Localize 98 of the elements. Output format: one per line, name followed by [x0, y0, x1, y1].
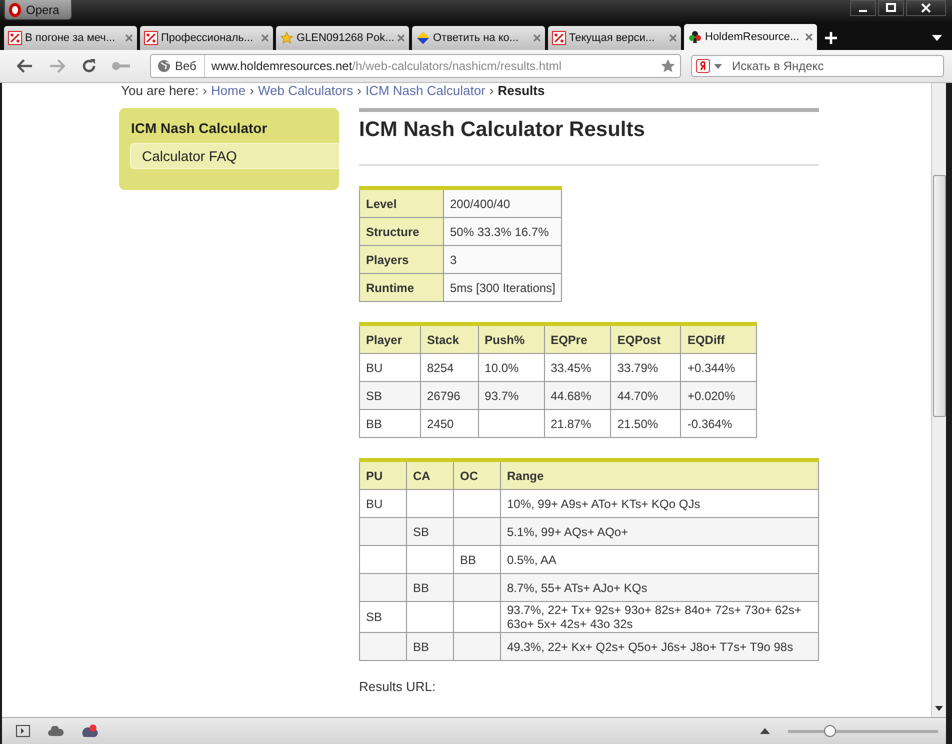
search-scope-label: Веб [175, 59, 196, 73]
column-header: CA [406, 460, 454, 490]
browser-tab[interactable]: GLEN091268 Pok... [276, 26, 409, 50]
column-header: Push% [478, 324, 544, 354]
close-icon[interactable] [805, 33, 813, 41]
panel-toggle-icon[interactable] [16, 725, 30, 737]
breadcrumb-separator: › [202, 83, 207, 98]
maximize-icon [886, 3, 896, 13]
column-header: EQDiff [680, 324, 756, 354]
close-icon[interactable] [533, 34, 541, 42]
table-header-cell: Structure [360, 218, 444, 246]
close-icon[interactable] [669, 34, 677, 42]
up-caret-icon[interactable] [760, 728, 770, 734]
table-cell: 5ms [300 Iterations] [444, 274, 562, 302]
tab-title: HoldemResource... [705, 31, 800, 43]
vertical-scrollbar[interactable] [931, 83, 946, 717]
url-text: www.holdemresources.net/h/web-calculators/nashicm/results.html [210, 59, 563, 73]
close-icon [921, 3, 931, 13]
table-cell: 50% 33.3% 16.7% [444, 218, 562, 246]
minimize-button[interactable] [850, 0, 876, 16]
column-header: Player [360, 324, 420, 354]
sidebar-item[interactable]: Calculator FAQ [130, 143, 339, 169]
column-header: Stack [420, 324, 478, 354]
breadcrumb-separator: › [250, 83, 254, 98]
table-cell: 8.7%, 55+ ATs+ AJo+ KQs [500, 574, 818, 602]
diamond-icon [416, 31, 430, 45]
table-cell: -0.364% [680, 410, 756, 438]
scroll-down-arrow-icon[interactable] [935, 706, 943, 713]
zoom-slider-thumb[interactable] [824, 725, 836, 737]
table-cell: 93.7% [478, 382, 544, 410]
tab-title: GLEN091268 Pok... [296, 32, 394, 44]
opera-logo-icon [9, 2, 21, 16]
opera-menu-button[interactable]: Opera [4, 0, 72, 20]
tab-title: Профессиональ... [161, 32, 254, 44]
table-header-cell: Players [360, 246, 444, 274]
table-header-cell: Runtime [360, 274, 444, 302]
breadcrumb-link[interactable]: Home [210, 83, 246, 98]
table-cell: 21.87% [544, 410, 611, 438]
percent-icon [144, 31, 158, 45]
maximize-button[interactable] [878, 0, 904, 16]
table-cell: BB [360, 410, 420, 438]
star-icon [280, 31, 294, 45]
tab-menu-caret-icon[interactable] [932, 35, 942, 41]
reload-icon [81, 58, 97, 74]
sidebar-title: ICM Nash Calculator [131, 120, 268, 136]
table-cell: 26796 [420, 382, 478, 410]
search-box[interactable]: Искать в Яндекс [691, 55, 944, 77]
table-cell: 2450 [420, 410, 478, 438]
results-url-label: Results URL: [359, 679, 437, 694]
table-cell: 44.70% [610, 382, 681, 410]
minimize-icon [859, 10, 867, 12]
star-bookmark-icon[interactable] [660, 58, 676, 74]
table-cell: +0.020% [680, 382, 756, 410]
breadcrumb-link[interactable]: Web Calculators [258, 83, 354, 98]
breadcrumb-label: You are here: [121, 83, 199, 98]
table-cell: 3 [444, 246, 562, 274]
yandex-engine-icon [696, 59, 710, 73]
breadcrumb-link[interactable]: ICM Nash Calculator [365, 83, 486, 98]
table-cell: SB [406, 518, 454, 546]
breadcrumb-separator: › [489, 83, 494, 98]
browser-tab[interactable]: В погоне за меч... [4, 26, 137, 50]
tab-title: Текущая верси... [569, 32, 656, 44]
new-tab-icon[interactable] [824, 31, 838, 45]
browser-tab[interactable]: Профессиональ... [140, 26, 273, 50]
table-cell: 5.1%, 99+ AQs+ AQo+ [500, 518, 818, 546]
percent-icon [552, 31, 566, 45]
cloud-icon[interactable] [48, 726, 64, 736]
column-header: Range [500, 460, 818, 490]
table-cell: BB [406, 574, 454, 602]
table-cell: SB [360, 382, 420, 410]
table-cell: 200/400/40 [444, 188, 562, 218]
table-header-cell: Level [360, 188, 444, 218]
browser-tab[interactable]: Ответить на ко... [412, 26, 545, 50]
column-header: EQPost [610, 324, 681, 354]
table-cell: 21.50% [610, 410, 681, 438]
page-title: ICM Nash Calculator Results [359, 118, 646, 142]
caret-icon[interactable] [714, 64, 722, 68]
breadcrumb-separator: › [357, 83, 362, 98]
tab-title: В погоне за меч... [25, 32, 116, 44]
close-button[interactable] [906, 0, 946, 16]
notification-icon[interactable] [82, 724, 98, 738]
close-icon[interactable] [261, 34, 269, 42]
percent-icon [8, 31, 22, 45]
table-cell: BB [406, 632, 454, 660]
table-cell: 44.68% [544, 382, 611, 410]
table-cell: 49.3%, 22+ Kx+ Q2s+ Q5o+ J6s+ J8o+ T7s+ T9o 98s [500, 632, 818, 660]
close-icon[interactable] [125, 34, 133, 42]
tab-title: Ответить на ко... [433, 32, 520, 44]
column-header: EQPre [544, 324, 611, 354]
club-icon [688, 30, 702, 44]
address-field[interactable]: Веб www.holdemresources.net/h/web-calculators/nashicm/results.html [150, 54, 681, 78]
browser-tab[interactable]: Текущая верси... [548, 26, 681, 50]
close-icon[interactable] [397, 34, 405, 42]
browser-tab[interactable]: HoldemResource... [684, 24, 817, 50]
column-header: OC [454, 460, 500, 490]
globe-icon [157, 59, 171, 73]
breadcrumb-current: Results [498, 83, 545, 98]
column-header: PU [360, 460, 406, 490]
